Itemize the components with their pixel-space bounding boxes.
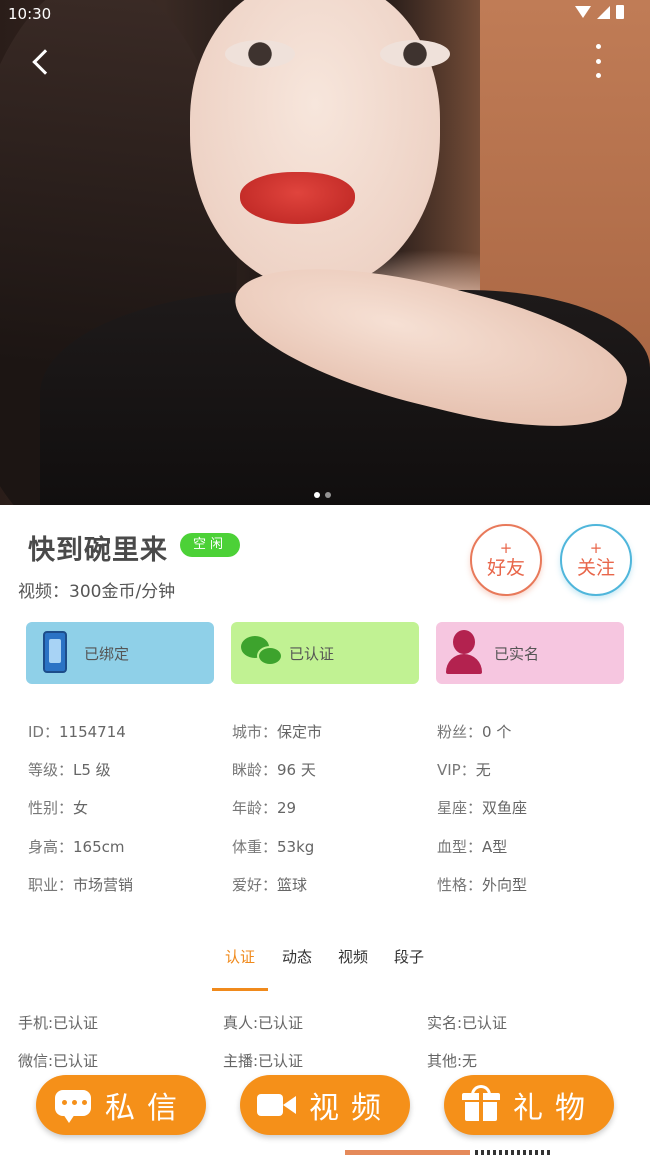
cert-phone: 手机:已认证	[18, 1014, 99, 1032]
carousel-indicator	[314, 492, 331, 498]
wechat-verified-card[interactable]: 已认证	[231, 622, 419, 684]
chat-bubble-icon	[53, 1085, 93, 1125]
battery-icon	[616, 5, 624, 19]
info-weight: 体重：53kg	[232, 838, 315, 856]
content-peek	[475, 1150, 550, 1155]
content-peek	[345, 1150, 470, 1155]
photo-eye-right	[380, 40, 450, 68]
status-badge: 空闲	[180, 533, 240, 557]
info-age: 年龄：29	[232, 799, 297, 817]
gift-label: 礼物	[513, 1091, 597, 1126]
cert-real-person: 真人:已认证	[223, 1014, 304, 1032]
realname-label: 已实名	[494, 644, 540, 663]
info-blood-type: 血型：A型	[437, 838, 508, 856]
message-label: 私信	[105, 1091, 189, 1126]
info-id: ID：1154714	[28, 723, 126, 741]
info-hobby: 爱好：篮球	[232, 876, 308, 894]
tab-jokes[interactable]: 段子	[394, 946, 424, 967]
plus-icon: +	[499, 539, 513, 557]
info-city: 城市：保定市	[232, 723, 323, 741]
wifi-icon	[575, 6, 591, 18]
tab-videos[interactable]: 视频	[338, 946, 368, 967]
gift-button[interactable]: 礼物	[444, 1075, 614, 1135]
photo-lips	[240, 172, 355, 224]
phone-bound-card[interactable]: 已绑定	[26, 622, 214, 684]
status-time: 10:30	[8, 5, 52, 23]
gift-icon	[461, 1085, 501, 1125]
video-price: 视频：300金币/分钟	[18, 582, 176, 602]
info-vip: VIP：无	[437, 761, 491, 779]
follow-button[interactable]: + 关注	[560, 524, 632, 596]
video-camera-icon	[257, 1085, 297, 1125]
info-height: 身高：165cm	[28, 838, 125, 856]
photo-eye-left	[225, 40, 295, 68]
phone-bound-label: 已绑定	[84, 644, 130, 663]
add-friend-label: 好友	[486, 557, 525, 579]
status-icons	[575, 5, 624, 19]
video-call-button[interactable]: 视频	[240, 1075, 410, 1135]
carousel-dot[interactable]	[314, 492, 320, 498]
more-vertical-icon[interactable]	[594, 44, 602, 78]
info-fans: 粉丝：0 个	[437, 723, 512, 741]
realname-card[interactable]: 已实名	[436, 622, 624, 684]
cert-realname: 实名:已认证	[427, 1014, 508, 1032]
cert-other: 其他:无	[427, 1052, 478, 1070]
signal-icon	[597, 5, 610, 19]
info-personality: 性格：外向型	[437, 876, 528, 894]
profile-photo[interactable]	[0, 0, 650, 505]
tab-certification[interactable]: 认证	[225, 946, 255, 967]
cert-wechat: 微信:已认证	[18, 1052, 99, 1070]
info-gender: 性别：女	[28, 799, 89, 817]
cert-anchor: 主播:已认证	[223, 1052, 304, 1070]
video-call-label: 视频	[309, 1091, 393, 1126]
carousel-dot[interactable]	[325, 492, 331, 498]
person-icon	[436, 622, 494, 684]
message-button[interactable]: 私信	[36, 1075, 206, 1135]
tab-moments[interactable]: 动态	[282, 946, 312, 967]
status-bar: 10:30	[0, 0, 650, 28]
info-member-age: 眯龄：96 天	[232, 761, 316, 779]
wechat-icon	[231, 622, 289, 684]
profile-name: 快到碗里来	[28, 535, 168, 566]
plus-icon: +	[589, 539, 603, 557]
add-friend-button[interactable]: + 好友	[470, 524, 542, 596]
info-level: 等级：L5 级	[28, 761, 111, 779]
back-arrow-icon[interactable]	[26, 44, 60, 78]
tab-active-indicator	[212, 988, 268, 991]
info-zodiac: 星座：双鱼座	[437, 799, 528, 817]
follow-label: 关注	[576, 557, 615, 579]
info-occupation: 职业：市场营销	[28, 876, 134, 894]
wechat-verified-label: 已认证	[289, 644, 335, 663]
phone-icon	[43, 631, 67, 673]
